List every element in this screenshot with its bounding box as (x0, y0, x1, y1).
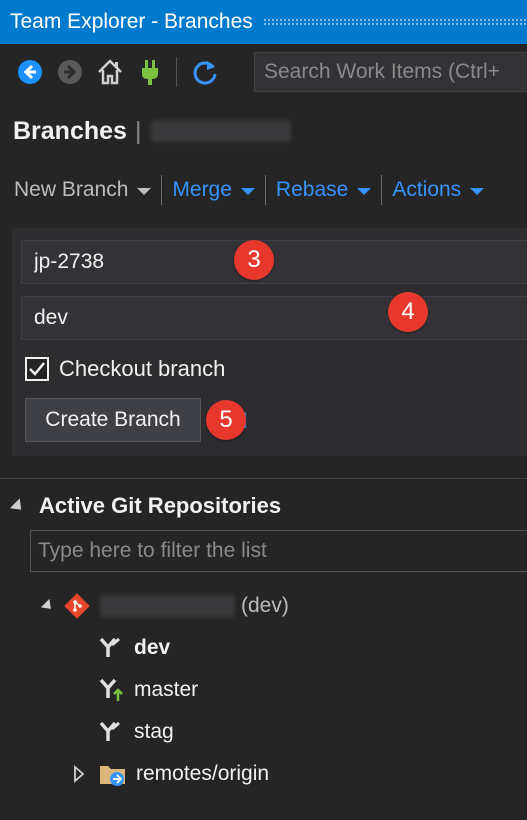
create-branch-button[interactable]: Create Branch (25, 398, 201, 442)
header-separator: | (134, 116, 142, 145)
new-branch-label: New Branch (14, 178, 129, 201)
section-divider (0, 478, 527, 479)
title-bar: Team Explorer - Branches (0, 0, 527, 44)
repo-node[interactable]: (dev) (40, 586, 289, 626)
checkmark-icon (29, 362, 45, 376)
redacted-repo-name (151, 120, 292, 142)
refresh-button[interactable] (187, 54, 223, 90)
branch-published-icon (99, 678, 123, 701)
merge-link[interactable]: Merge (172, 178, 255, 202)
chevron-down-icon (240, 188, 255, 195)
nav-separator (264, 175, 266, 205)
chevron-down-icon (137, 188, 152, 195)
search-work-items[interactable] (254, 52, 527, 92)
active-repos-title: Active Git Repositories (39, 493, 282, 518)
collapse-triangle-icon[interactable] (9, 497, 27, 515)
toolbar (0, 44, 527, 100)
branch-item-master[interactable]: master (98, 670, 198, 710)
toolbar-separator (176, 57, 177, 87)
actions-label: Actions (392, 178, 462, 201)
checkout-label: Checkout branch (59, 356, 226, 381)
nav-separator (381, 175, 383, 205)
home-icon (98, 59, 122, 85)
forward-icon (58, 60, 82, 84)
back-icon (18, 60, 42, 84)
page-title: Branches (13, 116, 127, 145)
redacted-repo-label (100, 595, 235, 617)
branch-item-dev[interactable]: dev (98, 628, 170, 668)
rebase-link[interactable]: Rebase (275, 178, 372, 202)
title-grip[interactable] (262, 18, 527, 26)
expand-closed-icon[interactable] (72, 765, 86, 783)
repo-filter-input[interactable] (31, 531, 527, 571)
refresh-icon (193, 61, 217, 85)
checkout-branch-row[interactable]: Checkout branch (25, 356, 225, 382)
remotes-origin-node[interactable]: remotes/origin (72, 754, 269, 794)
connect-button[interactable] (132, 54, 168, 90)
callout-badge-3: 3 (234, 240, 274, 280)
repo-current-branch: (dev) (241, 594, 289, 617)
chevron-down-icon (357, 188, 372, 195)
branch-actions-bar: New Branch Merge Rebase Actions (0, 168, 527, 212)
home-button[interactable] (92, 54, 128, 90)
forward-button[interactable] (52, 54, 88, 90)
chevron-down-icon (470, 188, 485, 195)
branch-item-stag[interactable]: stag (98, 712, 174, 752)
new-branch-link[interactable]: New Branch (0, 178, 152, 202)
branch-icon (99, 637, 120, 657)
branch-label: master (134, 678, 199, 701)
branch-name-input[interactable] (22, 241, 527, 283)
callout-badge-4: 4 (388, 292, 428, 332)
active-repos-header[interactable]: Active Git Repositories (0, 488, 527, 524)
callout-badge-5: 5 (206, 400, 246, 440)
actions-link[interactable]: Actions (392, 178, 485, 202)
rebase-label: Rebase (275, 178, 349, 201)
branch-label: dev (134, 636, 171, 659)
remotes-label: remotes/origin (136, 762, 270, 785)
page-header: Branches | (0, 106, 527, 156)
window-title: Team Explorer - Branches (10, 10, 253, 33)
source-branch-field[interactable] (21, 296, 527, 340)
expand-open-icon[interactable] (40, 598, 56, 614)
repo-filter-field[interactable] (30, 530, 527, 572)
nav-separator (161, 175, 163, 205)
merge-label: Merge (172, 178, 232, 201)
checkout-checkbox[interactable] (25, 357, 49, 381)
back-button[interactable] (12, 54, 48, 90)
git-repo-icon (64, 593, 90, 619)
remote-folder-icon (100, 766, 125, 786)
branch-name-field[interactable] (21, 240, 527, 284)
source-branch-input[interactable] (22, 297, 527, 339)
search-input[interactable] (255, 53, 527, 91)
branch-icon (99, 721, 120, 741)
branch-label: stag (134, 720, 174, 743)
connect-icon (142, 60, 158, 85)
